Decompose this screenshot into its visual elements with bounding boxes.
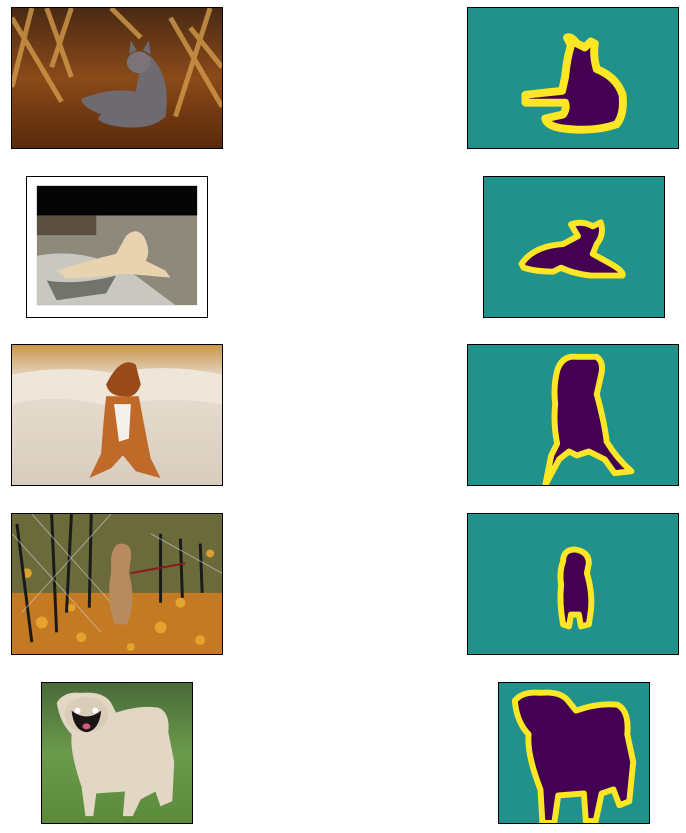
mask-chihuahua <box>483 176 665 318</box>
mask-boxer <box>467 344 679 486</box>
mask-pug <box>498 682 650 824</box>
photo-terrier <box>11 513 223 655</box>
photo-cat <box>11 7 223 149</box>
photo-chihuahua <box>26 176 208 318</box>
mask-cat <box>467 7 679 149</box>
mask-terrier <box>467 513 679 655</box>
photo-pug <box>41 682 193 824</box>
photo-boxer <box>11 344 223 486</box>
